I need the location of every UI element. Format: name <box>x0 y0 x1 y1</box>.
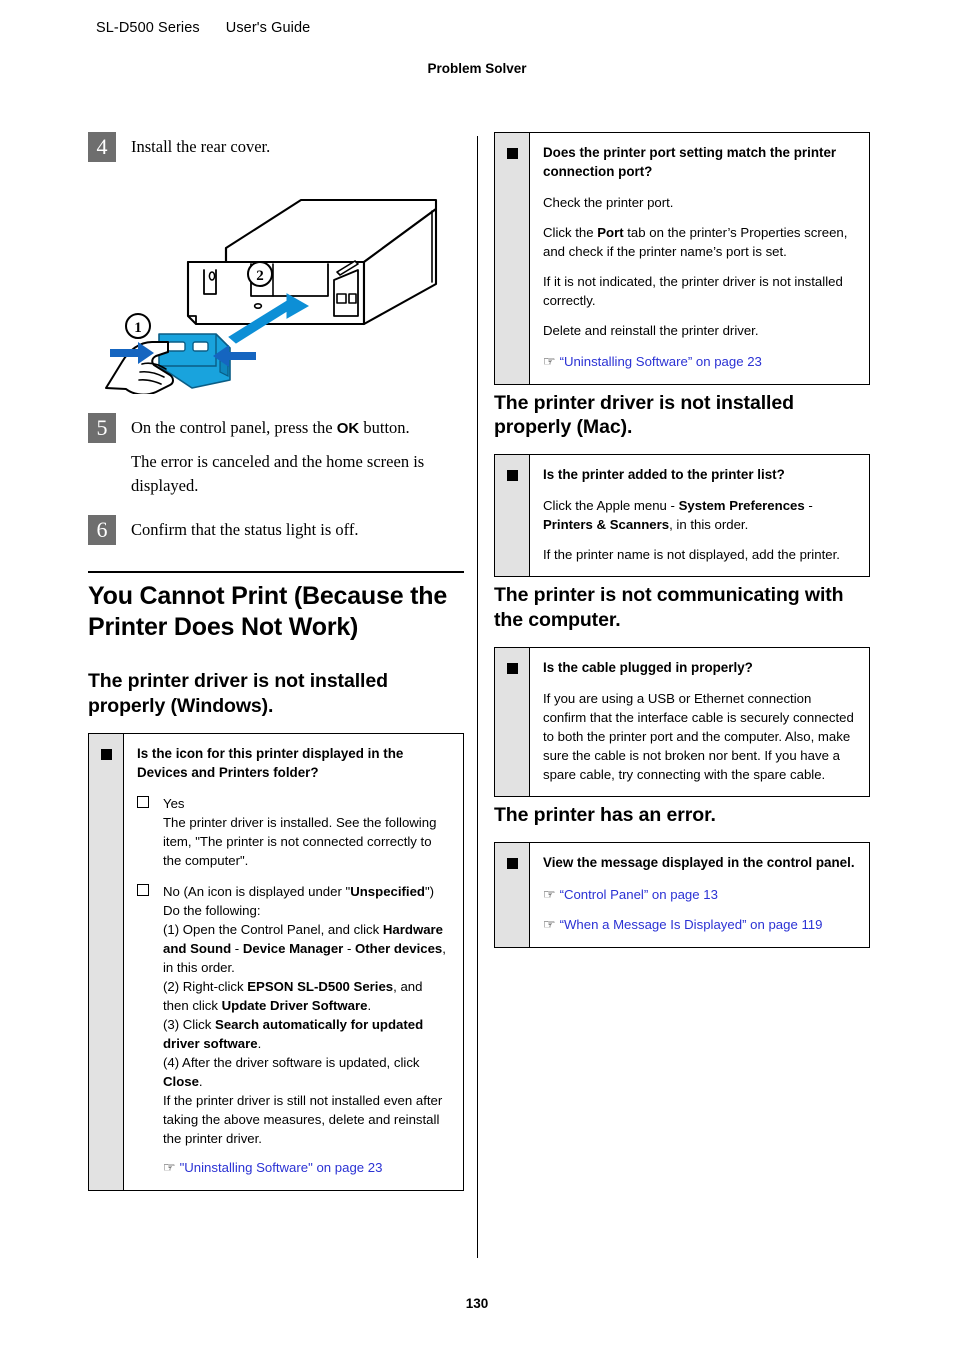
answer-no-closing: If the printer driver is still not insta… <box>163 1092 443 1146</box>
header-guide: User's Guide <box>225 20 311 36</box>
checkbox-panel-port: Does the printer port setting match the … <box>494 132 870 385</box>
port-tab-bold: Port <box>597 224 624 240</box>
step-4-text: Install the rear cover. <box>131 137 271 156</box>
answer-list: Yes The printer driver is installed. See… <box>137 794 450 1178</box>
port-paragraph-1: Check the printer port. <box>543 194 674 210</box>
panel-gutter <box>495 133 530 384</box>
numbered-step-2: (2) Right-click EPSON SL-D500 Series, an… <box>163 978 423 1013</box>
panel-body: Does the printer port setting match the … <box>530 133 869 384</box>
panel-gutter <box>89 734 124 1190</box>
panel-question: Is the printer added to the printer list… <box>543 467 785 483</box>
ok-button-label: OK <box>336 420 360 437</box>
checkbox-panel-mac: Is the printer added to the printer list… <box>494 454 870 578</box>
port-paragraph-3: Delete and reinstall the printer driver. <box>543 322 759 338</box>
square-bullet-icon <box>506 470 518 482</box>
xref-uninstalling-software[interactable]: ☞ "Uninstalling Software" on page 23 <box>163 1157 450 1178</box>
mac-apple-menu-line: Click the Apple menu - System Preference… <box>543 498 813 533</box>
page-number: 130 <box>465 1296 489 1311</box>
subsection-heading-mac: The printer driver is not installed prop… <box>494 391 794 439</box>
answer-no: No (An icon is displayed under "Unspecif… <box>163 882 450 1178</box>
xref-label: “Uninstalling Software” on page 23 <box>559 353 762 369</box>
numbered-step-3: (3) Click Search automatically for updat… <box>163 1016 424 1051</box>
step-6: 6 Confirm that the status light is off. <box>88 515 464 546</box>
running-header: SL-D500 Series User's Guide <box>96 20 310 36</box>
left-column: 4 Install the rear cover. 1 2 5 On the c… <box>88 132 464 1197</box>
xref-uninstalling-software[interactable]: ☞ “Uninstalling Software” on page 23 <box>543 351 856 372</box>
step-body: Install the rear cover. <box>131 132 464 158</box>
checkbox-panel-error: View the message displayed in the contro… <box>494 841 870 948</box>
hollow-square-icon <box>137 882 163 1178</box>
step-body: On the control panel, press the OK butto… <box>131 413 464 497</box>
step-5-text: On the control panel, press the OK butto… <box>131 416 464 439</box>
xref-label: “Control Panel” on page 13 <box>559 886 718 902</box>
answer-yes-body: The printer driver is installed. See the… <box>163 814 437 868</box>
mac-paragraph: If the printer name is not displayed, ad… <box>543 547 840 563</box>
step-5-note: The error is canceled and the home scree… <box>131 452 425 495</box>
subsection-heading-windows: The printer driver is not installed prop… <box>88 670 388 718</box>
subsection-heading-error: The printer has an error. <box>494 803 716 826</box>
answer-no-bold: Unspecified <box>350 883 425 899</box>
subsection-heading-communication: The printer is not communicating with th… <box>494 584 844 632</box>
square-bullet-icon <box>506 148 518 159</box>
header-model: SL-D500 Series <box>96 20 200 36</box>
checkbox-panel-cable: Is the cable plugged in properly? If you… <box>494 647 870 797</box>
answer-yes-label: Yes <box>163 795 185 811</box>
square-bullet-icon <box>100 749 112 761</box>
page-title: You Cannot Print (Because the Printer Do… <box>88 582 448 642</box>
answer-no-prefix: No (An icon is displayed under " <box>163 883 351 899</box>
chapter-title: Problem Solver <box>427 61 527 76</box>
step-4: 4 Install the rear cover. <box>88 132 464 162</box>
cable-paragraph: If you are using a USB or Ethernet conne… <box>543 690 854 782</box>
answer-yes: Yes The printer driver is installed. See… <box>163 794 450 870</box>
hollow-square-icon <box>137 794 163 870</box>
rear-cover-installation-illustration: 1 2 <box>88 166 464 399</box>
list-item: No (An icon is displayed under "Unspecif… <box>137 882 450 1178</box>
pointing-hand-icon: ☞ <box>163 1158 176 1175</box>
square-bullet-icon <box>506 663 518 675</box>
callout-1: 1 <box>134 320 142 336</box>
numbered-step-4: (4) After the driver software is updated… <box>163 1054 420 1089</box>
pointing-hand-icon: ☞ <box>543 352 556 369</box>
panel-body: Is the cable plugged in properly? If you… <box>530 648 869 796</box>
list-item: Yes The printer driver is installed. See… <box>137 794 450 870</box>
step-body: Confirm that the status light is off. <box>131 515 464 541</box>
step-5-text-after: button. <box>359 418 410 437</box>
panel-question: View the message displayed in the contro… <box>543 854 855 870</box>
column-divider <box>477 136 478 1258</box>
xref-control-panel[interactable]: ☞ “Control Panel” on page 13 <box>543 884 856 905</box>
printers-scanners-bold: Printers & Scanners <box>543 517 670 533</box>
square-bullet-icon <box>506 857 518 869</box>
step-number-badge: 6 <box>88 515 116 546</box>
step-5-text-before: On the control panel, press the <box>131 418 337 437</box>
port-paragraph-2: If it is not indicated, the printer driv… <box>543 273 843 308</box>
xref-when-a-message-is-displayed[interactable]: ☞ “When a Message Is Displayed” on page 1… <box>543 914 856 935</box>
panel-gutter <box>495 648 530 796</box>
section-rule <box>88 571 464 574</box>
panel-body: View the message displayed in the contro… <box>530 843 869 947</box>
port-paragraph-port-tab: Click the Port tab on the printer’s Prop… <box>543 224 848 259</box>
numbered-step-1: (1) Open the Control Panel, and click Ha… <box>163 921 446 975</box>
pointing-hand-icon: ☞ <box>543 885 556 902</box>
system-preferences-bold: System Preferences <box>678 498 805 514</box>
step-number-badge: 4 <box>88 132 116 162</box>
step-5: 5 On the control panel, press the OK but… <box>88 413 464 497</box>
xref-label: “When a Message Is Displayed” on page 11… <box>559 916 823 932</box>
panel-question: Is the icon for this printer displayed i… <box>137 746 404 780</box>
checkbox-panel-windows: Is the icon for this printer displayed i… <box>88 733 464 1191</box>
pointing-hand-icon: ☞ <box>543 915 556 932</box>
panel-question: Does the printer port setting match the … <box>543 145 837 179</box>
panel-body: Is the printer added to the printer list… <box>530 455 869 576</box>
xref-label: "Uninstalling Software" on page 23 <box>179 1159 383 1175</box>
panel-gutter <box>495 842 530 947</box>
step-6-text: Confirm that the status light is off. <box>131 520 359 540</box>
panel-question: Is the cable plugged in properly? <box>543 660 753 676</box>
right-column: Does the printer port setting match the … <box>494 132 870 954</box>
step-number-badge: 5 <box>88 413 116 443</box>
callout-2: 2 <box>256 268 264 284</box>
panel-body: Is the icon for this printer displayed i… <box>124 734 463 1190</box>
page-canvas: SL-D500 Series User's Guide Problem Solve… <box>0 0 954 1350</box>
answer-no-suffix: ") <box>424 883 435 899</box>
panel-gutter <box>495 455 530 577</box>
answer-no-intro: Do the following: <box>163 902 261 918</box>
